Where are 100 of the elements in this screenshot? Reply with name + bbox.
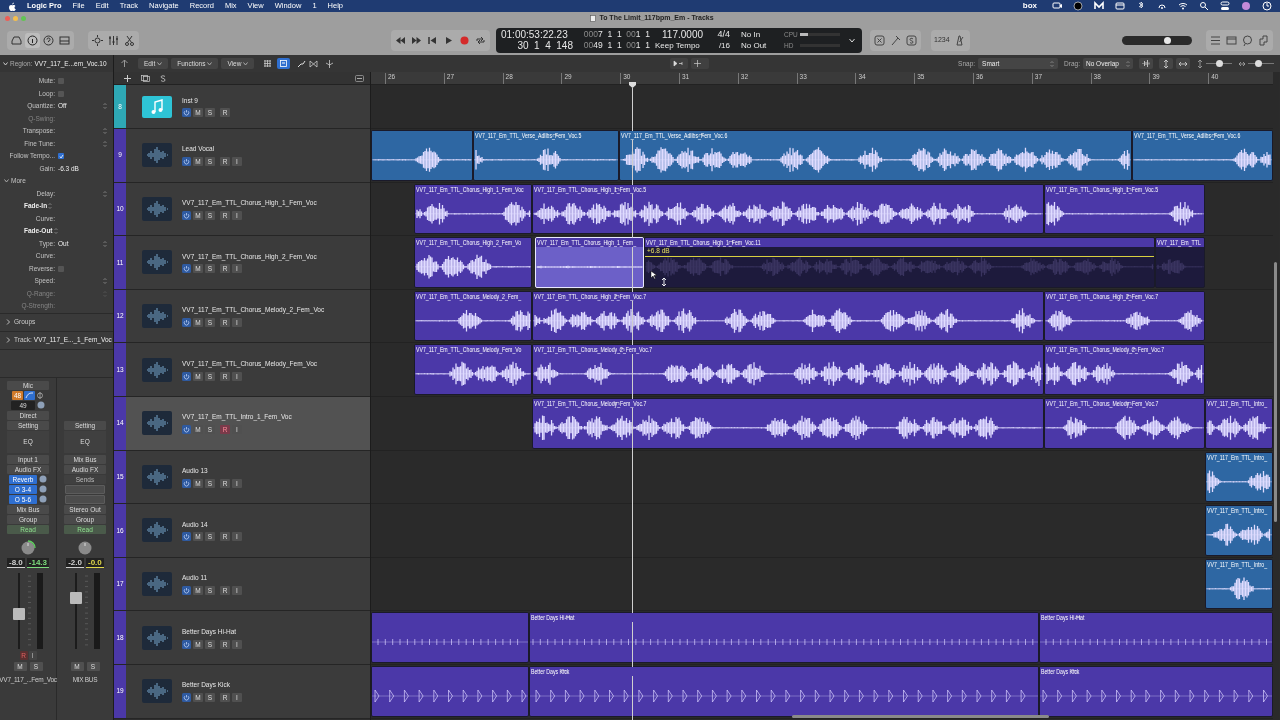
power-icon[interactable] [182, 478, 191, 488]
loop-browser-button[interactable] [1240, 32, 1255, 48]
menu-extra[interactable]: box [1022, 0, 1037, 12]
level-readout: -2.0 [66, 557, 84, 568]
zoom-slider[interactable] [1206, 60, 1232, 67]
flex-icon[interactable] [309, 59, 319, 68]
browser-icon [1258, 34, 1269, 46]
checkbox[interactable] [58, 265, 64, 272]
checkbox[interactable] [58, 90, 64, 97]
chevron-icon[interactable] [6, 319, 10, 325]
vertical-arrows-icon [1163, 59, 1169, 68]
control-center-icon[interactable] [1220, 1, 1230, 11]
clock-icon[interactable] [1262, 1, 1272, 11]
grid-icon [264, 60, 272, 67]
waveform-zoom-button[interactable] [1139, 58, 1153, 69]
bluetooth-icon[interactable] [1136, 1, 1146, 11]
document-icon [590, 15, 597, 22]
bar-readout: 30 1 4 148 [516, 40, 573, 51]
replace-icon [874, 34, 885, 46]
fit-horizontal-button[interactable] [1176, 58, 1190, 69]
horizontal-scrollbar[interactable] [792, 715, 1049, 718]
list-icon [1210, 34, 1221, 46]
waveform-icon [142, 464, 172, 489]
apple-icon[interactable] [8, 1, 16, 11]
power-icon[interactable] [182, 317, 191, 327]
video-icon[interactable] [1052, 1, 1062, 11]
volume-fader[interactable] [70, 572, 82, 649]
record-icon [459, 34, 470, 46]
list-icon [280, 60, 288, 67]
audio-region[interactable] [371, 130, 473, 181]
waveform-icon [142, 679, 172, 704]
help-icon [43, 34, 54, 46]
midi-out: No Out [741, 40, 768, 51]
division: /16 [718, 40, 730, 51]
brightness-button[interactable] [90, 32, 105, 48]
tempo-mode: Keep Tempo [655, 40, 701, 51]
power-icon[interactable] [182, 425, 191, 435]
pointer-tool-icon [673, 60, 686, 67]
waveform-icon [142, 572, 172, 597]
crosshair-tool-button[interactable] [691, 58, 710, 69]
window-icon[interactable] [1115, 1, 1125, 11]
locator-readout: 0049 1 1 001 1 [583, 40, 650, 51]
playhead-handle-icon[interactable] [629, 82, 636, 88]
fast-forward-icon [411, 34, 422, 46]
volume-fader[interactable] [13, 572, 25, 649]
catch-icon[interactable] [325, 59, 335, 68]
power-icon[interactable] [182, 371, 191, 381]
rewind-icon [395, 34, 406, 46]
browser-button[interactable] [1256, 32, 1271, 48]
checkmark-icon [58, 153, 64, 159]
search-icon[interactable] [1199, 1, 1209, 11]
list-view-button[interactable] [277, 58, 291, 69]
automation-icon[interactable] [297, 59, 307, 68]
zoom-slider[interactable] [1248, 60, 1274, 67]
inspector-button[interactable] [25, 32, 40, 48]
waveform-icon [142, 518, 172, 543]
back-icon[interactable] [120, 59, 129, 68]
library-icon [11, 34, 22, 46]
master-volume-slider[interactable] [1121, 35, 1192, 45]
fit-vertical-button[interactable] [1159, 58, 1173, 69]
power-icon[interactable] [182, 693, 191, 703]
checkbox[interactable] [58, 78, 64, 85]
help-button[interactable] [41, 32, 56, 48]
pointer-tool-button[interactable] [670, 58, 689, 69]
duplicate-track-icon[interactable] [141, 74, 150, 82]
solo-button[interactable] [904, 32, 919, 48]
chevron-down-icon [3, 61, 8, 66]
knob-icon[interactable] [37, 401, 45, 409]
metronome-icon [953, 34, 965, 46]
pan-knob[interactable] [20, 539, 36, 556]
power-icon[interactable] [182, 639, 191, 649]
waveform-icon [1142, 60, 1150, 67]
add-track-icon[interactable] [124, 74, 131, 82]
catch-icon[interactable] [355, 74, 364, 82]
waveform-icon [142, 625, 172, 650]
high-pass-filter-icon[interactable] [24, 390, 36, 400]
audio-region[interactable] [371, 665, 529, 717]
notepad-icon [1226, 34, 1237, 46]
power-icon[interactable] [182, 210, 191, 220]
mixer-icon [108, 34, 119, 46]
power-icon[interactable] [182, 264, 191, 274]
power-icon[interactable] [182, 532, 191, 542]
checkbox[interactable] [58, 153, 64, 160]
chevron-icon[interactable] [6, 337, 10, 343]
phase-invert-icon[interactable] [36, 390, 45, 400]
replace-button[interactable] [872, 32, 887, 48]
loop-browser-icon [1242, 34, 1253, 46]
music-note-icon [142, 95, 172, 118]
tempo-readout: 117.0000 [661, 29, 703, 40]
vertical-scrollbar[interactable] [1274, 262, 1277, 522]
power-icon[interactable] [182, 108, 191, 118]
solo-icon[interactable] [160, 74, 166, 82]
level-readout: -14.3 [26, 557, 49, 568]
wifi-icon[interactable] [1178, 1, 1188, 11]
waveform-icon [142, 196, 172, 221]
power-icon[interactable] [182, 157, 191, 167]
pan-knob[interactable] [77, 539, 93, 556]
power-icon[interactable] [182, 585, 191, 595]
waveform-icon [142, 357, 172, 382]
locator-readout: 0007 1 1 001 1 [583, 29, 650, 40]
